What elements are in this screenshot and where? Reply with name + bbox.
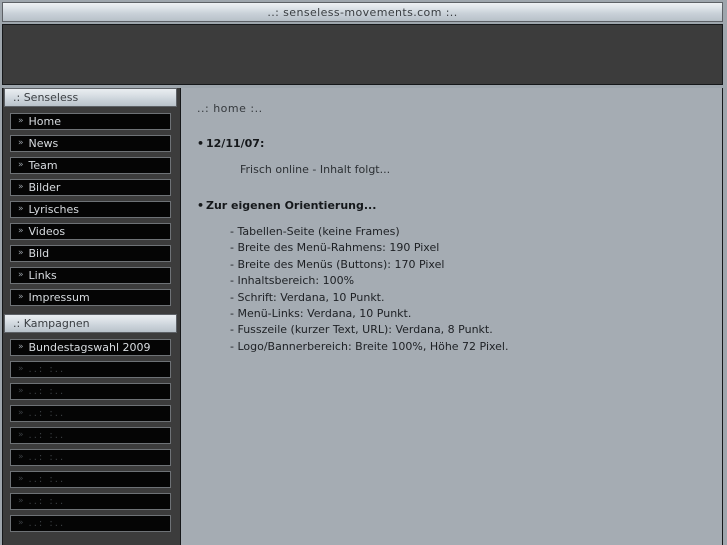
chevron-double-right-icon: » <box>18 496 24 506</box>
chevron-double-right-icon: » <box>18 430 24 440</box>
fact-line: - Fusszeile (kurzer Text, URL): Verdana,… <box>230 323 493 337</box>
chevron-double-right-icon: » <box>18 408 24 418</box>
bullet-icon: • <box>197 199 205 212</box>
sidebar-item-label: Bundestagswahl 2009 <box>28 341 151 354</box>
orientation-title: Zur eigenen Orientierung... <box>206 199 377 212</box>
sidebar-item-bild[interactable]: » Bild <box>10 245 171 262</box>
sidebar-item-label: ..: :.. <box>28 408 66 419</box>
sidebar-item-label: Impressum <box>28 291 90 304</box>
sidebar-item-videos[interactable]: » Videos <box>10 223 171 240</box>
fact-line: - Inhaltsbereich: 100% <box>230 274 355 288</box>
sidebar-item-bundestagswahl-2009[interactable]: » Bundestagswahl 2009 <box>10 339 171 356</box>
chevron-double-right-icon: » <box>18 474 24 484</box>
fact-line: - Breite des Menü-Rahmens: 190 Pixel <box>230 241 440 255</box>
fact-line: - Schrift: Verdana, 10 Punkt. <box>230 290 385 304</box>
content-area: ..: home :.. • 12/11/07: Frisch online -… <box>181 88 723 545</box>
sidebar-item-label: Team <box>28 159 58 172</box>
orientation-heading: • Zur eigenen Orientierung... <box>197 199 722 212</box>
sidebar-item-label: Bild <box>28 247 50 260</box>
sidebar-item-label: Home <box>28 115 61 128</box>
sidebar-item-placeholder[interactable]: » ..: :.. <box>10 361 171 378</box>
fact-line: - Logo/Bannerbereich: Breite 100%, Höhe … <box>230 339 509 353</box>
sidebar-item-label: ..: :.. <box>28 430 66 441</box>
sidebar-item-bilder[interactable]: » Bilder <box>10 179 171 196</box>
sidebar-item-placeholder[interactable]: » ..: :.. <box>10 427 171 444</box>
window-title-bar: ..: senseless-movements.com :.. <box>2 2 723 22</box>
sidebar-button-list: » Home» News» Team» Bilder» Lyrisches» Videos»… <box>3 107 180 306</box>
sidebar-item-placeholder[interactable]: » ..: :.. <box>10 493 171 510</box>
sidebar-item-lyrisches[interactable]: » Lyrisches <box>10 201 171 218</box>
sidebar-item-label: Videos <box>28 225 66 238</box>
chevron-double-right-icon: » <box>18 182 24 192</box>
chevron-double-right-icon: » <box>18 248 24 258</box>
sidebar-item-label: ..: :.. <box>28 518 66 529</box>
sidebar-item-label: ..: :.. <box>28 452 66 463</box>
chevron-double-right-icon: » <box>18 342 24 352</box>
chevron-double-right-icon: » <box>18 364 24 374</box>
chevron-double-right-icon: » <box>18 204 24 214</box>
chevron-double-right-icon: » <box>18 160 24 170</box>
sidebar-item-label: Bilder <box>28 181 61 194</box>
news-body-text: Frisch online - Inhalt folgt... <box>240 163 391 176</box>
sidebar-item-label: News <box>28 137 59 150</box>
fact-line: - Tabellen-Seite (keine Frames) <box>230 225 400 238</box>
news-date: 12/11/07: <box>206 137 265 150</box>
logo-banner-area <box>2 24 723 85</box>
chevron-double-right-icon: » <box>18 386 24 396</box>
sidebar-item-placeholder[interactable]: » ..: :.. <box>10 471 171 488</box>
chevron-double-right-icon: » <box>18 452 24 462</box>
sidebar-button-list: » Bundestagswahl 2009 » ..: :.. » ..: :.. »..:… <box>3 333 180 532</box>
sidebar-section-header: .: Senseless <box>4 88 177 107</box>
chevron-double-right-icon: » <box>18 270 24 280</box>
sidebar-item-placeholder[interactable]: » ..: :.. <box>10 383 171 400</box>
chevron-double-right-icon: » <box>18 116 24 126</box>
sidebar-item-label: ..: :.. <box>28 386 66 397</box>
sidebar-item-label: ..: :.. <box>28 364 66 375</box>
sidebar-item-label: ..: :.. <box>28 496 66 507</box>
chevron-double-right-icon: » <box>18 518 24 528</box>
main-layout: .: Senseless » Home » News » Team » Bilder » Lyris… <box>2 88 723 545</box>
sidebar-item-impressum[interactable]: » Impressum <box>10 289 171 306</box>
sidebar-item-label: Lyrisches <box>28 203 79 216</box>
orientation-fact-list: - Tabellen-Seite (keine Frames) - Breite … <box>230 224 722 355</box>
window-title: ..: senseless-movements.com :.. <box>267 5 458 19</box>
fact-line: - Menü-Links: Verdana, 10 Punkt. <box>230 307 412 321</box>
sidebar-item-links[interactable]: » Links <box>10 267 171 284</box>
sidebar-item-label: ..: :.. <box>28 474 66 485</box>
breadcrumb: ..: home :.. <box>197 102 263 115</box>
fact-line: - Breite des Menüs (Buttons): 170 Pixel <box>230 257 445 271</box>
sidebar-navigation: .: Senseless » Home » News » Team » Bilder » Lyris… <box>2 88 181 545</box>
sidebar-section-header: .: Kampagnen <box>4 314 177 333</box>
sidebar-item-news[interactable]: » News <box>10 135 171 152</box>
chevron-double-right-icon: » <box>18 226 24 236</box>
chevron-double-right-icon: » <box>18 292 24 302</box>
sidebar-item-placeholder[interactable]: » ..: :.. <box>10 515 171 532</box>
sidebar-item-placeholder[interactable]: » ..: :.. <box>10 405 171 422</box>
chevron-double-right-icon: » <box>18 138 24 148</box>
bullet-icon: • <box>197 137 205 150</box>
news-entry-heading: • 12/11/07: <box>197 137 722 150</box>
sidebar-item-team[interactable]: » Team <box>10 157 171 174</box>
page-root: ..: senseless-movements.com :.. .: Sense… <box>0 0 727 545</box>
sidebar-item-placeholder[interactable]: » ..: :.. <box>10 449 171 466</box>
sidebar-item-home[interactable]: » Home <box>10 113 171 130</box>
sidebar-item-label: Links <box>28 269 57 282</box>
